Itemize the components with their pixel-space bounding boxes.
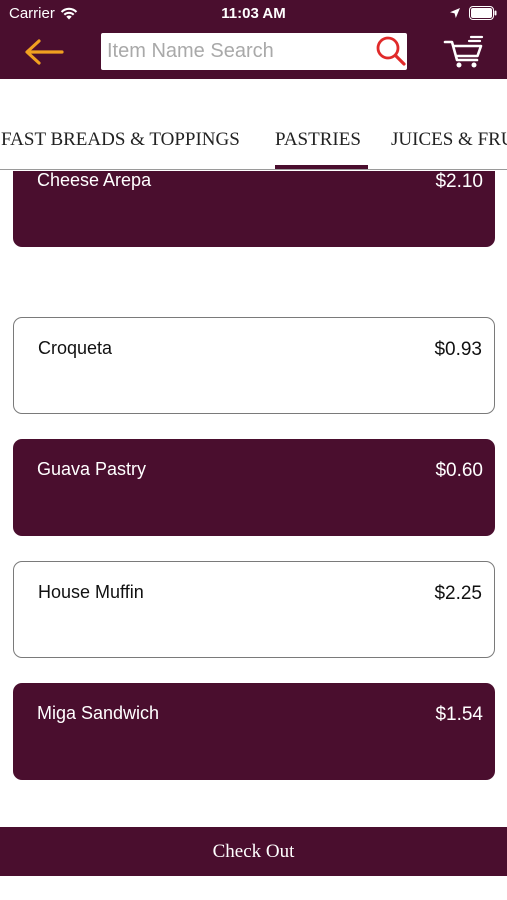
item-price: $2.10 bbox=[435, 171, 483, 192]
item-name: House Muffin bbox=[38, 582, 144, 602]
item-price: $2.25 bbox=[434, 583, 482, 604]
status-bar: Carrier 11:03 AM bbox=[0, 0, 507, 28]
menu-item-card[interactable]: House Muffin $2.25 bbox=[13, 561, 495, 658]
cart-button[interactable] bbox=[443, 34, 485, 70]
category-tabs: FAST BREADS & TOPPINGS PASTRIES JUICES &… bbox=[0, 112, 507, 170]
menu-item-card[interactable]: Guava Pastry $0.60 bbox=[13, 439, 495, 536]
checkout-button[interactable]: Check Out bbox=[0, 827, 507, 876]
menu-item-card[interactable]: Miga Sandwich $1.54 bbox=[13, 683, 495, 780]
item-name: Croqueta bbox=[38, 338, 113, 358]
menu-item-list[interactable]: Cheese Arepa $2.10 Croqueta $0.93 Guava … bbox=[0, 171, 507, 827]
location-arrow-icon bbox=[450, 8, 460, 18]
arrow-left-icon bbox=[25, 39, 64, 65]
back-button[interactable] bbox=[22, 36, 66, 68]
app-header: Carrier 11:03 AM bbox=[0, 0, 507, 79]
search-input[interactable] bbox=[107, 36, 372, 66]
item-price: $0.93 bbox=[434, 339, 482, 360]
search-icon bbox=[376, 36, 406, 66]
tab-pastries[interactable]: PASTRIES bbox=[275, 129, 361, 151]
status-right bbox=[449, 6, 497, 20]
shopping-cart-icon bbox=[443, 35, 484, 68]
item-name: Miga Sandwich bbox=[37, 703, 160, 723]
search-bar bbox=[101, 33, 407, 70]
item-price: $0.60 bbox=[435, 460, 483, 481]
item-name: Cheese Arepa bbox=[37, 171, 152, 190]
search-button[interactable] bbox=[375, 35, 407, 67]
menu-item-card[interactable]: Croqueta $0.93 bbox=[13, 317, 495, 414]
battery-icon bbox=[469, 6, 497, 20]
item-name: Guava Pastry bbox=[37, 459, 147, 479]
tab-breads-toppings[interactable]: FAST BREADS & TOPPINGS bbox=[1, 129, 240, 151]
status-time: 11:03 AM bbox=[221, 5, 286, 22]
menu-item-card[interactable]: Cheese Arepa $2.10 bbox=[13, 171, 495, 247]
active-tab-indicator bbox=[275, 165, 368, 169]
tab-juices-fruits[interactable]: JUICES & FRU bbox=[391, 129, 507, 151]
item-price: $1.54 bbox=[435, 704, 483, 725]
